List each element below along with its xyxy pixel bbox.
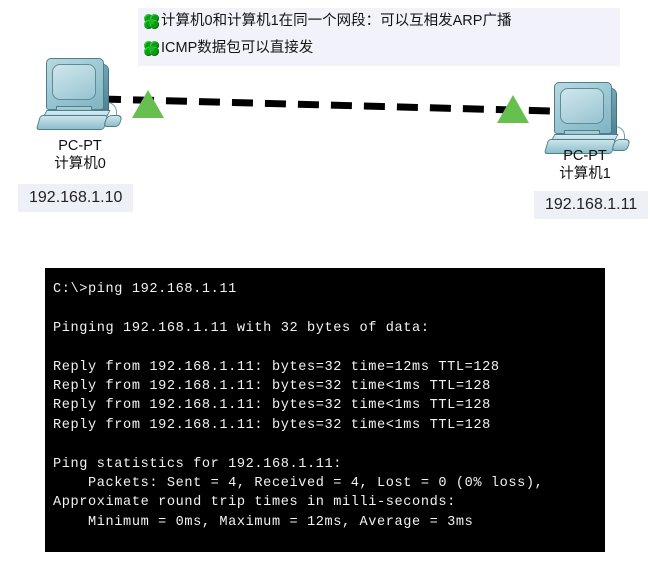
device-label-pc1: PC-PT 计算机1 bbox=[500, 147, 650, 183]
screen bbox=[52, 64, 96, 100]
link-status-triangle-icon bbox=[497, 95, 529, 123]
device-name-pc0: 计算机0 bbox=[54, 156, 106, 172]
terminal-output: C:\>ping 192.168.1.11 Pinging 192.168.1.… bbox=[53, 282, 544, 530]
device-model-pc0: PC-PT bbox=[58, 138, 102, 154]
keyboard-base bbox=[35, 115, 109, 130]
device-name-pc1: 计算机1 bbox=[559, 166, 611, 182]
device-label-pc0: PC-PT 计算机0 bbox=[0, 137, 160, 173]
ip-label-pc0: 192.168.1.10 bbox=[18, 184, 134, 212]
command-prompt-window[interactable]: C:\>ping 192.168.1.11 Pinging 192.168.1.… bbox=[45, 268, 605, 552]
ip-label-pc1: 192.168.1.11 bbox=[534, 191, 649, 219]
monitor bbox=[46, 58, 104, 110]
device-model-pc1: PC-PT bbox=[563, 148, 607, 164]
device-pc0[interactable] bbox=[32, 58, 124, 138]
network-topology-canvas: PC-PT 计算机0 PC-PT 计算机1 192.168.1.10 192.1… bbox=[0, 0, 650, 250]
screen bbox=[560, 88, 604, 124]
link-status-triangle-icon bbox=[132, 90, 164, 118]
monitor bbox=[554, 82, 612, 134]
mouse-icon bbox=[103, 115, 123, 127]
